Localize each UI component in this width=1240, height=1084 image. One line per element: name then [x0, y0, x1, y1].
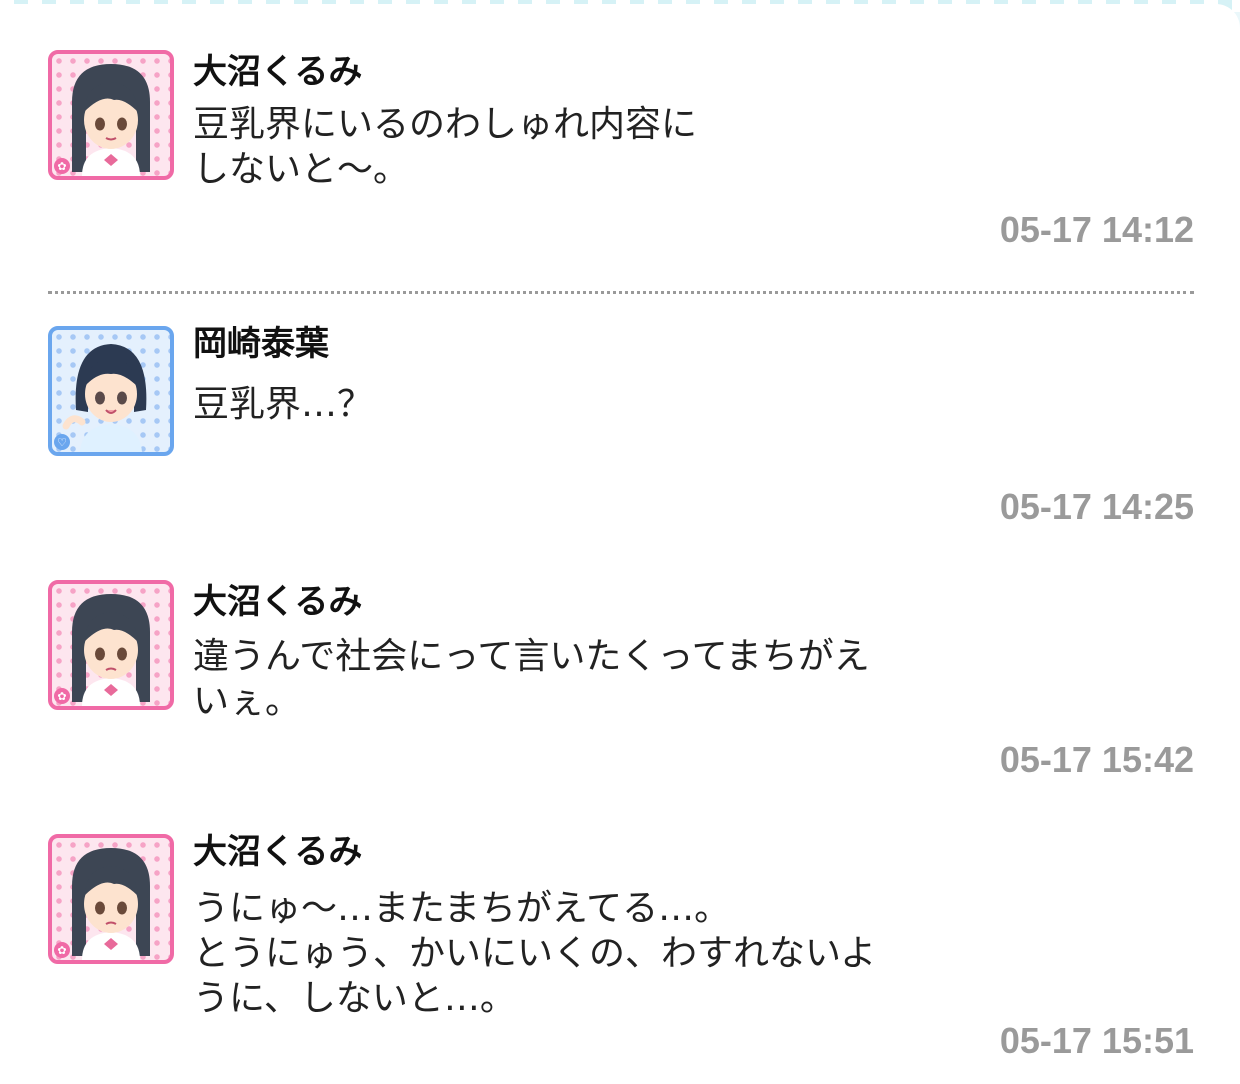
sender-name: 岡崎泰葉 — [193, 324, 329, 364]
message-text: うにゅ〜…またまちがえてる…。 とうにゅう、かいにいくの、わすれないよ うに、し… — [193, 888, 877, 1019]
svg-text:✿: ✿ — [57, 160, 66, 173]
message-divider — [48, 291, 1194, 294]
svg-text:♡: ♡ — [57, 436, 67, 449]
message-text: 豆乳界にいるのわしゅれ内容に しないと〜。 — [193, 104, 698, 190]
message-timestamp: 05-17 15:51 — [999, 1020, 1194, 1061]
kurumi-avatar-icon[interactable]: ✿ — [48, 580, 174, 710]
message-text: 豆乳界…？ — [193, 384, 374, 425]
message-panel: ✿ 大沼くるみ 豆乳界にいるのわしゅれ内容に しないと〜。 05-17 14:1… — [0, 4, 1240, 1084]
message-text: 違うんで社会にって言いたくってまちがえ いぇ。 — [193, 636, 870, 722]
sender-name: 大沼くるみ — [193, 52, 363, 92]
kurumi-avatar-icon[interactable]: ✿ — [48, 834, 174, 964]
message-timestamp: 05-17 14:12 — [999, 209, 1194, 250]
svg-text:✿: ✿ — [57, 944, 66, 957]
kurumi-avatar-icon[interactable]: ✿ — [48, 50, 174, 180]
message-timestamp: 05-17 15:42 — [999, 739, 1194, 780]
sender-name: 大沼くるみ — [193, 582, 363, 622]
message-timestamp: 05-17 14:25 — [999, 486, 1194, 527]
yasuha-avatar-icon[interactable]: ♡ — [48, 326, 174, 456]
sender-name: 大沼くるみ — [193, 832, 363, 872]
svg-text:✿: ✿ — [57, 690, 66, 703]
